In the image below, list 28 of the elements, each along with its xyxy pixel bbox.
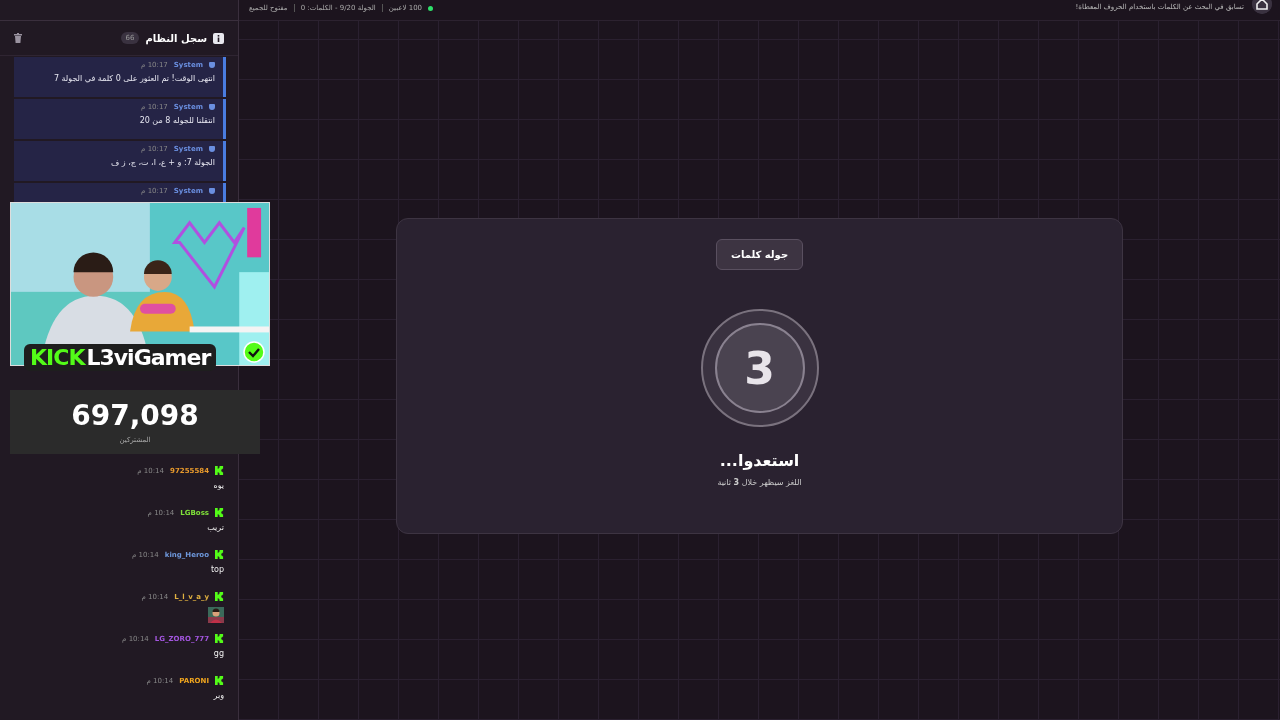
platform-logo: KICK: [30, 345, 85, 370]
subscriber-count: 697,098: [71, 402, 199, 430]
countdown-number: 3: [714, 323, 805, 413]
shield-icon: [209, 188, 215, 194]
chat-message: تريب: [206, 523, 224, 532]
info-icon: [213, 32, 224, 44]
chat-message: وبر: [212, 691, 224, 700]
chat-message: gg: [212, 649, 224, 658]
trash-icon[interactable]: [14, 33, 22, 43]
k-logo-icon: [215, 508, 224, 517]
log-message: الجولة 7: و + ع، ا، ت، ج، ز ف: [109, 158, 215, 167]
shield-icon: [209, 104, 215, 110]
log-message: انتهى الوقت! تم العثور على 0 كلمة في الجولة 7: [52, 74, 215, 83]
k-logo-icon: [215, 466, 224, 475]
k-logo-icon: [215, 634, 224, 643]
round-badge: جوله كلمات: [715, 239, 804, 270]
section-title: سجل النظام: [145, 32, 207, 44]
shield-icon: [209, 62, 215, 68]
k-logo-icon: [215, 676, 224, 685]
chat-message: top: [209, 565, 224, 574]
shield-icon: [209, 146, 215, 152]
status-title: استعدوا...: [719, 451, 800, 470]
online-dot-icon: [428, 5, 434, 11]
channel-name: L3viGamer: [86, 345, 211, 370]
chat-message: يوه: [212, 481, 224, 490]
k-logo-icon: [215, 550, 224, 559]
k-logo-icon: [215, 592, 224, 601]
log-message: انتقلنا للجوله 8 من 20: [138, 116, 215, 125]
